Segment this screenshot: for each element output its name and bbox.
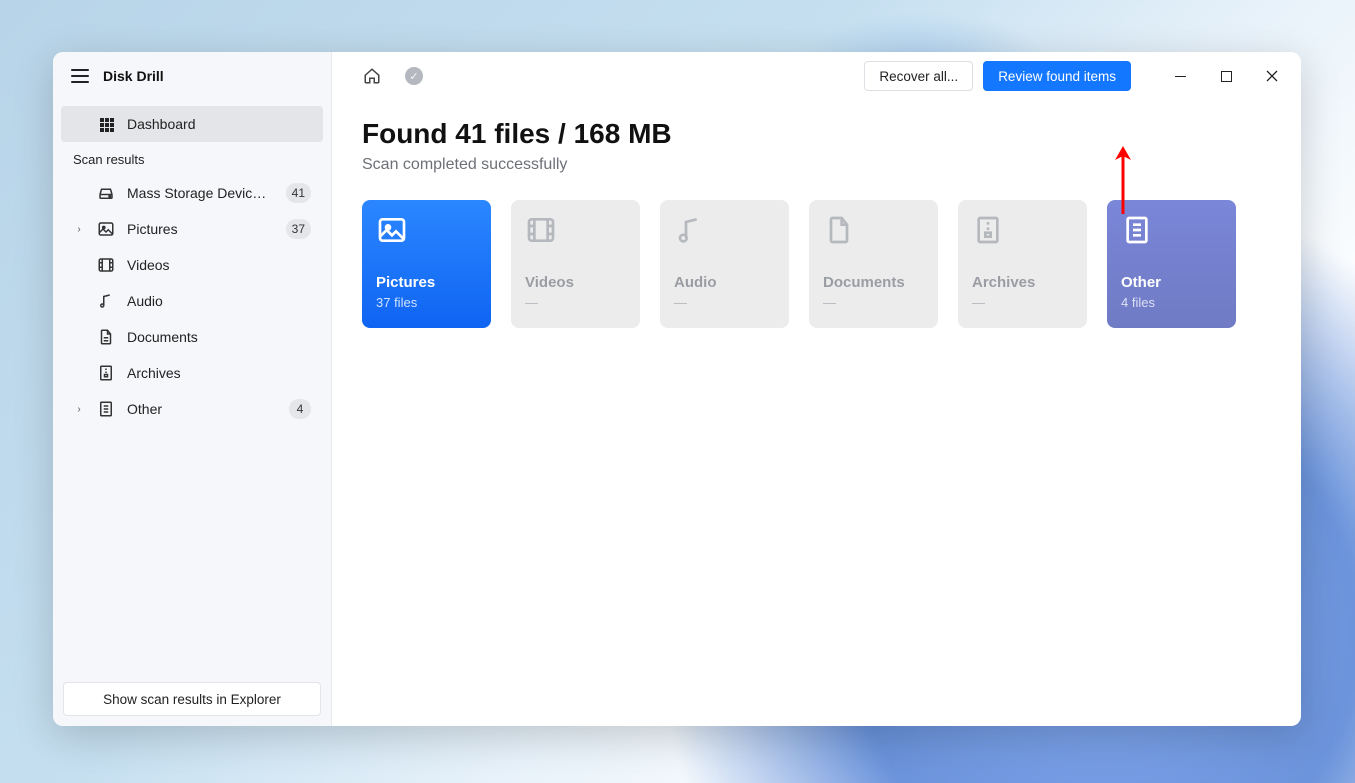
chevron-right-icon: › <box>73 224 85 235</box>
home-icon[interactable] <box>356 60 388 92</box>
sidebar: Disk Drill › Dashboard Scan results › M <box>53 52 332 726</box>
nav-badge: 37 <box>286 219 311 239</box>
review-found-items-button[interactable]: Review found items <box>983 61 1131 91</box>
grid-icon <box>97 115 115 133</box>
nav-item-label: Audio <box>127 293 311 309</box>
app-window: Disk Drill › Dashboard Scan results › M <box>53 52 1301 726</box>
archive-icon <box>97 364 115 382</box>
nav-dashboard-label: Dashboard <box>127 116 311 132</box>
document-icon <box>823 214 855 246</box>
picture-icon <box>97 220 115 238</box>
card-archives[interactable]: Archives — <box>958 200 1087 328</box>
music-icon <box>674 214 706 246</box>
nav-item-label: Archives <box>127 365 311 381</box>
main: ✓ Recover all... Review found items Foun… <box>332 52 1301 726</box>
nav-dashboard[interactable]: › Dashboard <box>61 106 323 142</box>
hamburger-icon[interactable] <box>71 69 89 83</box>
card-subtitle: 37 files <box>376 295 477 310</box>
film-icon <box>97 256 115 274</box>
card-title: Videos <box>525 274 626 291</box>
page-title: Found 41 files / 168 MB <box>362 118 1271 150</box>
nav-item-label: Videos <box>127 257 311 273</box>
other-icon <box>1121 214 1153 246</box>
card-title: Documents <box>823 274 924 291</box>
minimize-icon[interactable] <box>1157 56 1203 96</box>
nav-item-label: Other <box>127 401 277 417</box>
archive-icon <box>972 214 1004 246</box>
nav-item-audio[interactable]: › Audio <box>61 283 323 319</box>
close-icon[interactable] <box>1249 56 1295 96</box>
card-subtitle: — <box>972 295 1073 310</box>
card-other[interactable]: Other 4 files <box>1107 200 1236 328</box>
nav-item-documents[interactable]: › Documents <box>61 319 323 355</box>
drive-icon <box>97 184 115 202</box>
nav-item-videos[interactable]: › Videos <box>61 247 323 283</box>
card-audio[interactable]: Audio — <box>660 200 789 328</box>
window-controls <box>1157 56 1295 96</box>
nav-badge: 4 <box>289 399 311 419</box>
titlebar: Disk Drill <box>53 52 331 100</box>
nav-item-archives[interactable]: › Archives <box>61 355 323 391</box>
card-title: Audio <box>674 274 775 291</box>
card-subtitle: 4 files <box>1121 295 1222 310</box>
show-in-explorer-button[interactable]: Show scan results in Explorer <box>63 682 321 716</box>
picture-icon <box>376 214 408 246</box>
card-pictures[interactable]: Pictures 37 files <box>362 200 491 328</box>
nav-item-label: Pictures <box>127 221 274 237</box>
nav: › Dashboard Scan results › Mass Storage … <box>53 100 331 672</box>
nav-item-other[interactable]: › Other 4 <box>61 391 323 427</box>
card-videos[interactable]: Videos — <box>511 200 640 328</box>
card-title: Other <box>1121 274 1222 291</box>
card-subtitle: — <box>674 295 775 310</box>
card-title: Pictures <box>376 274 477 291</box>
document-icon <box>97 328 115 346</box>
nav-item-label: Mass Storage Device USB... <box>127 185 274 201</box>
card-subtitle: — <box>525 295 626 310</box>
music-icon <box>97 292 115 310</box>
status-text: Scan completed successfully <box>362 156 1271 174</box>
status-check-icon: ✓ <box>398 60 430 92</box>
film-icon <box>525 214 557 246</box>
nav-section-scan-results: Scan results <box>61 142 323 175</box>
card-title: Archives <box>972 274 1073 291</box>
nav-item-device[interactable]: › Mass Storage Device USB... 41 <box>61 175 323 211</box>
chevron-right-icon: › <box>73 404 85 415</box>
sidebar-footer: Show scan results in Explorer <box>53 672 331 726</box>
topbar: ✓ Recover all... Review found items <box>332 52 1301 100</box>
maximize-icon[interactable] <box>1203 56 1249 96</box>
app-title: Disk Drill <box>103 68 164 84</box>
nav-item-label: Documents <box>127 329 311 345</box>
card-subtitle: — <box>823 295 924 310</box>
nav-item-pictures[interactable]: › Pictures 37 <box>61 211 323 247</box>
content: Found 41 files / 168 MB Scan completed s… <box>332 100 1301 346</box>
nav-badge: 41 <box>286 183 311 203</box>
card-documents[interactable]: Documents — <box>809 200 938 328</box>
recover-all-button[interactable]: Recover all... <box>864 61 973 91</box>
category-cards: Pictures 37 files Videos — Audio <box>362 200 1271 328</box>
other-icon <box>97 400 115 418</box>
